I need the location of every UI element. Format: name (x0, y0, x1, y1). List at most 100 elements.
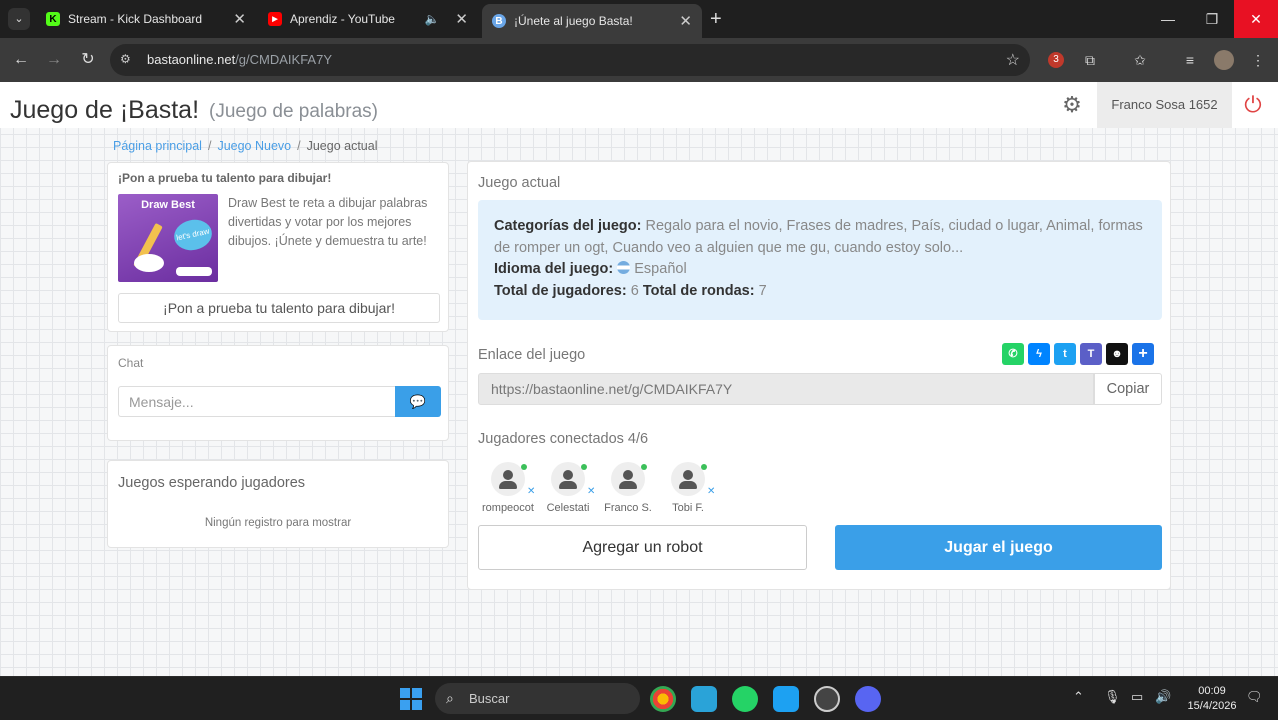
draw-best-image[interactable]: Draw Best let's draw (118, 194, 218, 282)
close-tab-icon[interactable]: ✕ (679, 12, 692, 30)
player-avatar-icon (671, 462, 705, 496)
close-tab-icon[interactable]: ✕ (455, 10, 468, 28)
page-subtitle: (Juego de palabras) (209, 101, 378, 122)
player-avatar-icon (551, 462, 585, 496)
url-text[interactable]: bastaonline.net/g/CMDAIKFA7Y (147, 52, 332, 67)
host-avatar-icon (611, 462, 645, 496)
breadcrumb: Página principal / Juego Nuevo / Juego actua… (113, 139, 378, 153)
clock-date: 15/4/2026 (1187, 700, 1237, 712)
remove-player-icon[interactable]: ✕ (587, 486, 595, 497)
player-avatar-icon (491, 462, 525, 496)
argentina-flag-icon (617, 261, 631, 274)
player-name: Franco S. (604, 502, 652, 514)
settings-gear-icon[interactable]: ⚙ (1060, 93, 1084, 117)
restore-button[interactable]: ❐ (1190, 0, 1234, 38)
network-icon[interactable]: ▭ (1131, 689, 1143, 705)
whatsapp-taskbar-icon[interactable] (732, 686, 758, 712)
snapchat-icon[interactable]: ☻ (1106, 343, 1128, 365)
twitter-taskbar-icon[interactable] (773, 686, 799, 712)
remove-player-icon[interactable]: ✕ (707, 486, 715, 497)
promo-card: ¡Pon a prueba tu talento para dibujar! D… (107, 162, 449, 332)
tab-basta[interactable]: B ¡Únete al juego Basta! ✕ (482, 4, 702, 38)
kick-icon: K (46, 12, 60, 26)
promo-button[interactable]: ¡Pon a prueba tu talento para dibujar! (118, 293, 440, 323)
bookmark-star-icon[interactable]: ☆ (1006, 50, 1020, 70)
basta-icon: B (492, 14, 506, 28)
menu-kebab-icon[interactable]: ⋮ (1248, 50, 1268, 70)
tab-youtube[interactable]: ▶ Aprendiz - YouTube 🔈 ✕ (258, 4, 478, 34)
chat-message-input[interactable] (118, 386, 395, 417)
game-link-input[interactable] (478, 373, 1094, 405)
notifications-icon[interactable]: 🗨 (1246, 689, 1263, 705)
remove-player-icon[interactable]: ✕ (527, 486, 535, 497)
chat-label: Chat (118, 356, 144, 370)
microphone-icon[interactable]: 🎙 (1104, 689, 1121, 705)
player-item: ✕ Celestati (538, 462, 598, 518)
show-hidden-icons-chevron-icon[interactable]: ⌃ (1073, 689, 1084, 705)
waiting-games-title: Juegos esperando jugadores (118, 475, 306, 491)
close-tab-icon[interactable]: ✕ (233, 10, 246, 28)
tab-kick[interactable]: K Stream - Kick Dashboard ✕ (36, 4, 256, 34)
youtube-icon: ▶ (268, 12, 282, 26)
extensions-icon[interactable]: ⧉ (1080, 50, 1100, 70)
game-info-box: Categorías del juego: Regalo para el nov… (478, 200, 1162, 320)
new-tab-button[interactable]: + (710, 8, 722, 30)
promo-description: Draw Best te reta a dibujar palabras div… (228, 196, 428, 248)
forward-icon[interactable]: → (43, 49, 65, 71)
logout-power-icon[interactable]: ⏻ (1240, 92, 1266, 118)
chrome-icon[interactable] (650, 686, 676, 712)
tab-search-button[interactable]: ⌄ (8, 8, 30, 30)
player-name: Tobi F. (672, 502, 704, 514)
volume-icon[interactable]: 🔊 (1155, 689, 1171, 705)
taskbar-search[interactable]: ⌕ Buscar (435, 683, 640, 714)
add-share-icon[interactable]: + (1132, 343, 1154, 365)
teams-icon[interactable]: T (1080, 343, 1102, 365)
waiting-games-empty: Ningún registro para mostrar (204, 517, 352, 529)
breadcrumb-new-game[interactable]: Juego Nuevo (217, 139, 291, 153)
browser-tab-strip: ⌄ K Stream - Kick Dashboard ✕ ▶ Aprendiz… (0, 0, 1278, 38)
taskbar-search-label: Buscar (469, 691, 510, 706)
audio-playing-icon[interactable]: 🔈 (424, 12, 439, 26)
share-buttons: ✆ ϟ t T ☻ + (1002, 343, 1154, 365)
online-status-dot (581, 464, 587, 470)
tab-title: ¡Únete al juego Basta! (514, 14, 633, 28)
obs-icon[interactable] (814, 686, 840, 712)
messenger-icon[interactable]: ϟ (1028, 343, 1050, 365)
extension-badge-icon[interactable]: 3 (1048, 52, 1064, 68)
categories-line: Categorías del juego: Regalo para el nov… (494, 218, 1143, 256)
game-section-label: Juego actual (478, 175, 561, 191)
chat-card: Chat 💬 (107, 345, 449, 441)
media-control-icon[interactable]: ≡ (1180, 50, 1200, 70)
profile-avatar[interactable] (1214, 50, 1234, 70)
user-name[interactable]: Franco Sosa 1652 (1097, 82, 1232, 128)
site-header: Juego de ¡Basta! (Juego de palabras) ⚙ F… (0, 82, 1278, 128)
bookmarks-icon[interactable]: ✩ (1130, 50, 1150, 70)
address-bar[interactable]: ⚙ bastaonline.net/g/CMDAIKFA7Y ☆ (110, 44, 1030, 76)
totals-line: Total de jugadores: 6 Total de rondas: 7 (494, 282, 767, 299)
twitter-icon[interactable]: t (1054, 343, 1076, 365)
player-name: rompeocot (482, 502, 534, 514)
minimize-button[interactable]: — (1146, 0, 1190, 38)
add-robot-button[interactable]: Agregar un robot (478, 525, 807, 570)
close-window-button[interactable]: ✕ (1234, 0, 1278, 38)
player-item: ✕ Tobi F. (658, 462, 718, 518)
players-list: ✕ rompeocot ✕ Celestati Franco S. ✕ Tobi… (478, 462, 718, 518)
page-content: Juego de ¡Basta! (Juego de palabras) ⚙ F… (0, 82, 1278, 676)
send-message-button[interactable]: 💬 (395, 386, 441, 417)
play-game-button[interactable]: Jugar el juego (835, 525, 1162, 570)
taskbar-clock[interactable]: 00:09 15/4/2026 (1184, 684, 1240, 714)
whatsapp-icon[interactable]: ✆ (1002, 343, 1024, 365)
back-icon[interactable]: ← (10, 49, 32, 71)
breadcrumb-home[interactable]: Página principal (113, 139, 202, 153)
reload-icon[interactable]: ↻ (77, 49, 99, 71)
browser-toolbar: ← → ↻ ⚙ bastaonline.net/g/CMDAIKFA7Y ☆ 3… (0, 38, 1278, 82)
monitor-app-icon[interactable] (691, 686, 717, 712)
game-card: Juego actual Categorías del juego: Regal… (467, 161, 1171, 590)
tab-title: Aprendiz - YouTube (290, 12, 395, 26)
waiting-games-card: Juegos esperando jugadores Ningún regist… (107, 460, 449, 548)
windows-start-icon[interactable] (400, 688, 422, 710)
site-info-icon[interactable]: ⚙ (120, 52, 131, 66)
copy-link-button[interactable]: Copiar (1094, 373, 1162, 405)
connected-players-label: Jugadores conectados 4/6 (478, 431, 649, 447)
discord-icon[interactable] (855, 686, 881, 712)
